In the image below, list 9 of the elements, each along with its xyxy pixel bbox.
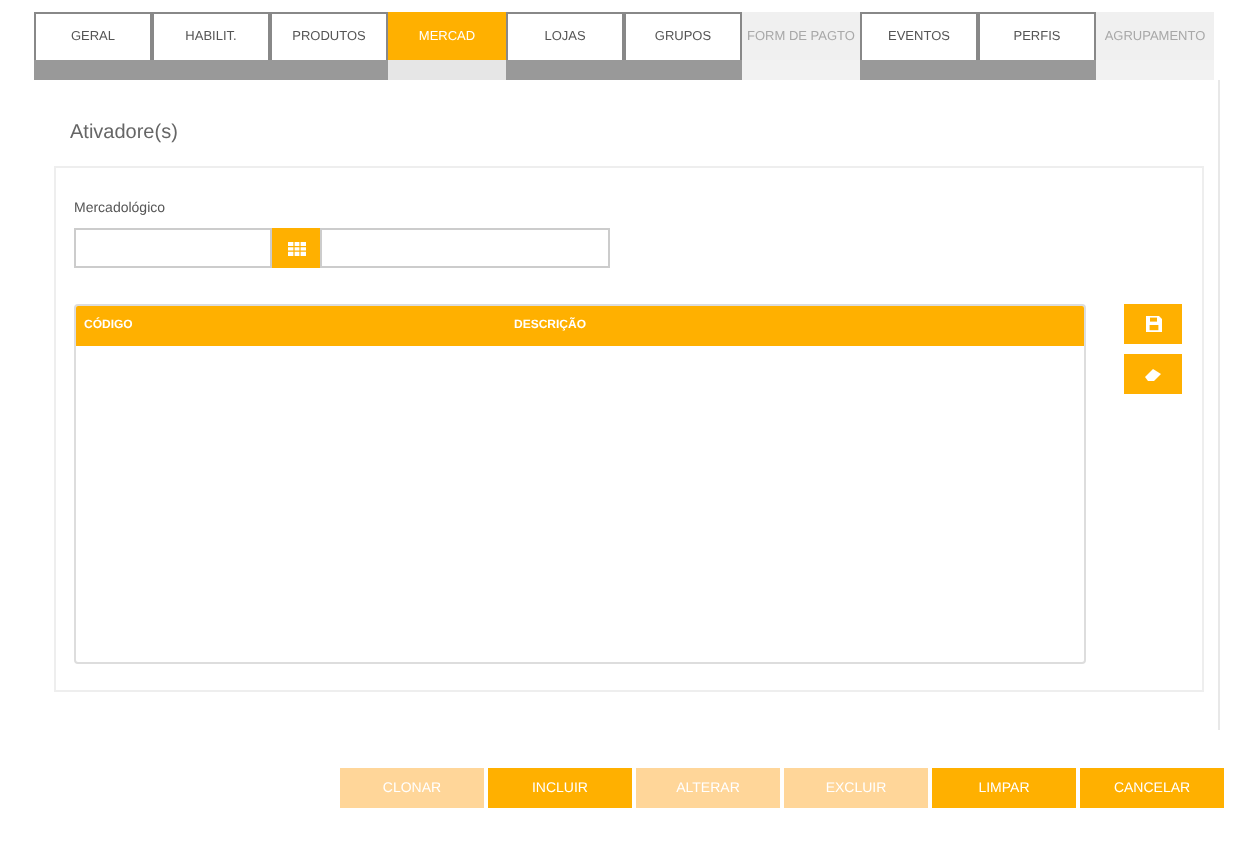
clear-button[interactable] [1124, 354, 1182, 394]
description-field[interactable] [320, 228, 610, 268]
save-button[interactable] [1124, 304, 1182, 344]
list-icon [287, 241, 305, 255]
list-button[interactable] [272, 228, 320, 268]
eraser-icon [1144, 367, 1162, 381]
section-title: Ativadore(s) [70, 122, 178, 144]
save-icon [1145, 316, 1161, 332]
code-field[interactable] [74, 228, 272, 268]
